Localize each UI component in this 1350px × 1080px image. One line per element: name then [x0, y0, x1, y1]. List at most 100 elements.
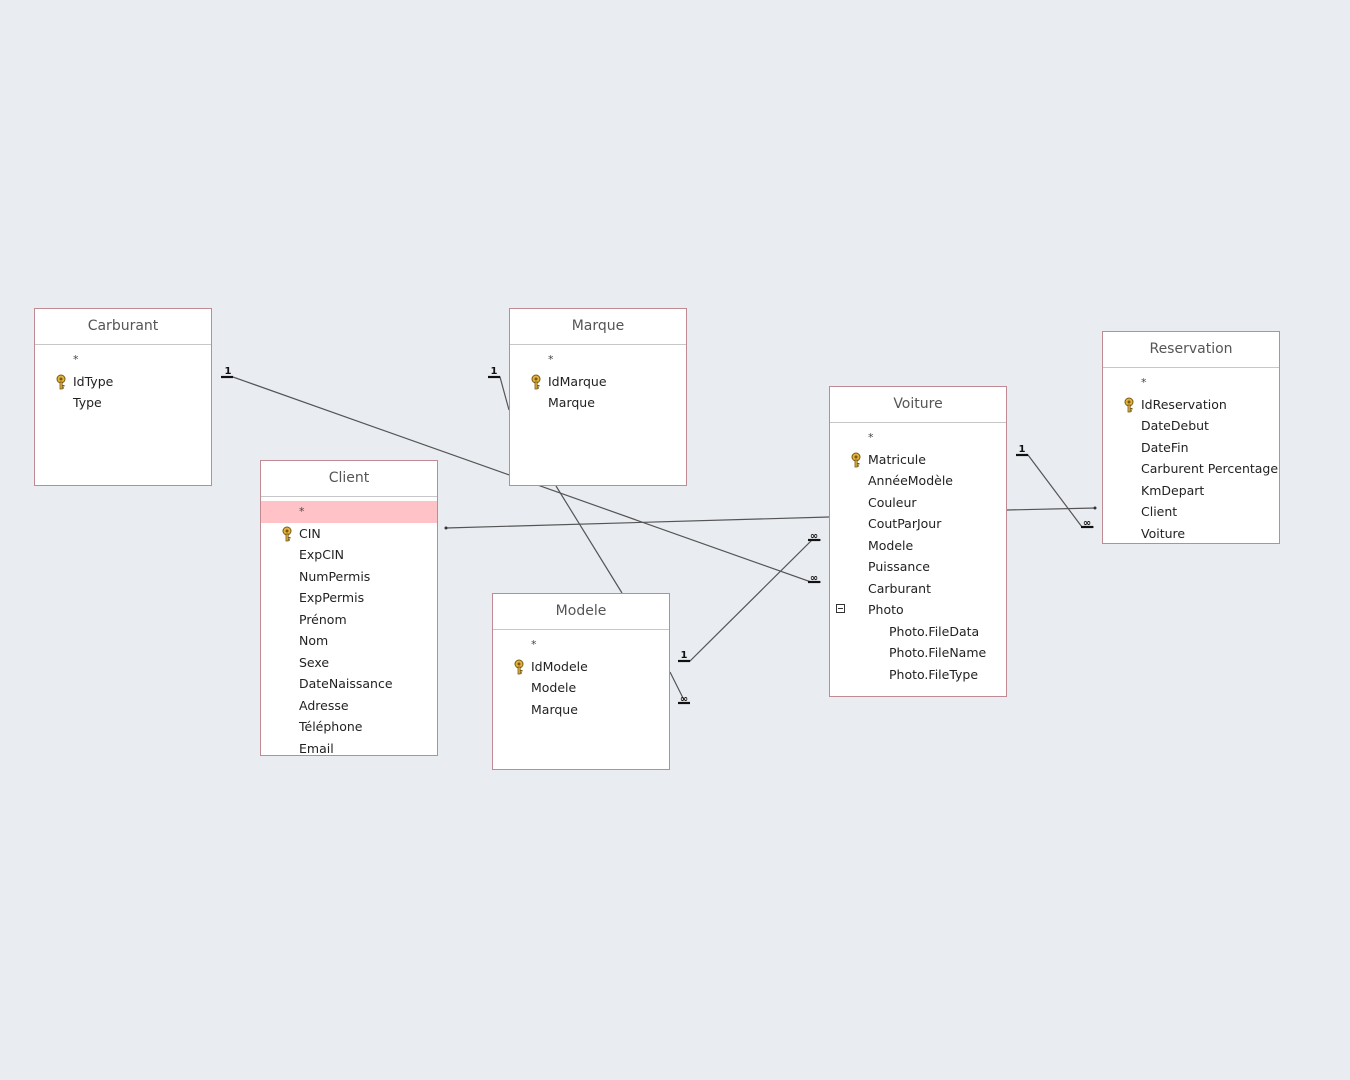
field-row-voiture-all[interactable]: * — [830, 427, 1006, 449]
field-row-marque-idmarque[interactable]: IdMarque — [510, 371, 686, 393]
field-row-client-sexe[interactable]: Sexe — [261, 652, 437, 674]
field-name: Photo.FileData — [889, 623, 980, 639]
field-name: Prénom — [299, 611, 347, 627]
field-row-modele-all[interactable]: * — [493, 634, 669, 656]
primary-key-icon — [55, 374, 69, 390]
field-list-carburant: * IdType Type — [35, 345, 211, 414]
field-name: Type — [73, 395, 102, 410]
field-row-modele-idmodele[interactable]: IdModele — [493, 656, 669, 678]
relationship-line-marque-link — [488, 376, 510, 411]
field-row-voiture-photo-filename[interactable]: Photo.FileName — [830, 642, 1006, 664]
table-carburant[interactable]: Carburant * IdType Type — [34, 308, 212, 486]
field-row-reservation-datefin[interactable]: DateFin — [1103, 437, 1279, 459]
table-title-voiture[interactable]: Voiture — [830, 387, 1006, 423]
field-row-client-email[interactable]: Email — [261, 738, 437, 760]
field-row-voiture-coutparjour[interactable]: CoutParJour — [830, 513, 1006, 535]
field-row-client-expcin[interactable]: ExpCIN — [261, 544, 437, 566]
field-row-client-adresse[interactable]: Adresse — [261, 695, 437, 717]
field-row-reservation-datedebut[interactable]: DateDebut — [1103, 415, 1279, 437]
field-row-reservation-idreservation[interactable]: IdReservation — [1103, 394, 1279, 416]
field-row-carburant-type[interactable]: Type — [35, 392, 211, 414]
table-marque[interactable]: Marque * IdMarque Marque — [509, 308, 687, 486]
field-name: * — [299, 505, 305, 518]
field-row-client-all[interactable]: * — [261, 501, 437, 523]
table-title-modele[interactable]: Modele — [493, 594, 669, 630]
field-row-client-nom[interactable]: Nom — [261, 630, 437, 652]
field-name: * — [73, 353, 79, 366]
table-voiture[interactable]: Voiture * Matricule AnnéeModèle Couleur Cout… — [829, 386, 1007, 697]
field-name: * — [1141, 376, 1147, 389]
field-name: IdModele — [531, 658, 588, 674]
field-name: Matricule — [868, 451, 926, 467]
field-name: DateFin — [1141, 439, 1189, 455]
field-name: Email — [299, 740, 334, 756]
table-client[interactable]: Client * CIN ExpCIN NumPermis ExpPermis Préno… — [260, 460, 438, 756]
field-row-reservation-kmdepart[interactable]: KmDepart — [1103, 480, 1279, 502]
field-row-marque-marque[interactable]: Marque — [510, 392, 686, 414]
table-reservation[interactable]: Reservation * IdReservation DateDebut DateF… — [1102, 331, 1280, 544]
field-name: Carburant — [868, 580, 932, 596]
field-row-voiture-couleur[interactable]: Couleur — [830, 492, 1006, 514]
field-row-voiture-carburant[interactable]: Carburant — [830, 578, 1006, 600]
one-label-carburant: 1 — [225, 366, 232, 377]
field-list-marque: * IdMarque Marque — [510, 345, 686, 414]
field-row-client-telephone[interactable]: Téléphone — [261, 716, 437, 738]
relationship-line-client-voiture-pass — [445, 516, 830, 529]
field-name: * — [531, 638, 537, 651]
one-label-voiture: 1 — [1019, 444, 1026, 455]
primary-key-icon — [1123, 397, 1137, 413]
field-name: NumPermis — [299, 568, 371, 584]
table-title-marque[interactable]: Marque — [510, 309, 686, 345]
field-name: Photo — [868, 602, 904, 617]
many-label-reservation: ∞ — [1083, 518, 1091, 529]
table-title-reservation[interactable]: Reservation — [1103, 332, 1279, 368]
field-row-voiture-photo-filedata[interactable]: Photo.FileData — [830, 621, 1006, 643]
field-name: Modele — [531, 680, 577, 695]
field-name: KmDepart — [1141, 482, 1205, 498]
table-title-carburant[interactable]: Carburant — [35, 309, 211, 345]
primary-key-icon — [513, 659, 527, 675]
field-name: DateNaissance — [299, 676, 393, 691]
relationship-line-marque-modele — [555, 485, 623, 594]
field-row-voiture-anneemodele[interactable]: AnnéeModèle — [830, 470, 1006, 492]
field-row-carburant-idtype[interactable]: IdType — [35, 371, 211, 393]
field-row-voiture-photo-filetype[interactable]: Photo.FileType — [830, 664, 1006, 686]
field-name: DateDebut — [1141, 418, 1209, 433]
field-row-client-exppermis[interactable]: ExpPermis — [261, 587, 437, 609]
field-name: Photo.FileType — [889, 666, 979, 682]
field-name: CoutParJour — [868, 516, 942, 531]
field-row-voiture-modele[interactable]: Modele — [830, 535, 1006, 557]
field-name: IdReservation — [1141, 396, 1227, 412]
field-row-reservation-client[interactable]: Client — [1103, 501, 1279, 523]
field-row-client-numpermis[interactable]: NumPermis — [261, 566, 437, 588]
field-row-reservation-voiture[interactable]: Voiture — [1103, 523, 1279, 545]
field-name: Nom — [299, 633, 329, 648]
field-row-modele-modele[interactable]: Modele — [493, 677, 669, 699]
many-label-modele-self: ∞ — [680, 694, 688, 705]
relationship-line-modele-voiture — [678, 539, 821, 662]
primary-key-icon — [281, 526, 295, 542]
field-row-client-cin[interactable]: CIN — [261, 523, 437, 545]
field-row-modele-marque[interactable]: Marque — [493, 699, 669, 721]
field-row-reservation-carburent-percentage[interactable]: Carburent Percentage — [1103, 458, 1279, 480]
collapse-icon[interactable] — [836, 604, 845, 613]
field-row-voiture-photo[interactable]: Photo — [830, 599, 1006, 621]
field-name: Adresse — [299, 697, 349, 713]
field-name: Téléphone — [299, 719, 363, 734]
field-row-carburant-all[interactable]: * — [35, 349, 211, 371]
field-name: AnnéeModèle — [868, 473, 953, 488]
many-label-voiture-carburant: ∞ — [810, 573, 818, 584]
field-name: Modele — [868, 537, 914, 553]
field-row-client-prenom[interactable]: Prénom — [261, 609, 437, 631]
field-row-reservation-all[interactable]: * — [1103, 372, 1279, 394]
field-row-marque-all[interactable]: * — [510, 349, 686, 371]
one-label-modele: 1 — [681, 650, 688, 661]
field-list-client: * CIN ExpCIN NumPermis ExpPermis Prénom Nom Sex… — [261, 497, 437, 759]
table-title-client[interactable]: Client — [261, 461, 437, 497]
primary-key-icon — [850, 452, 864, 468]
field-row-voiture-puissance[interactable]: Puissance — [830, 556, 1006, 578]
field-row-voiture-matricule[interactable]: Matricule — [830, 449, 1006, 471]
field-name: Marque — [531, 701, 578, 717]
field-row-client-datenaissance[interactable]: DateNaissance — [261, 673, 437, 695]
table-modele[interactable]: Modele * IdModele Modele Marque — [492, 593, 670, 770]
